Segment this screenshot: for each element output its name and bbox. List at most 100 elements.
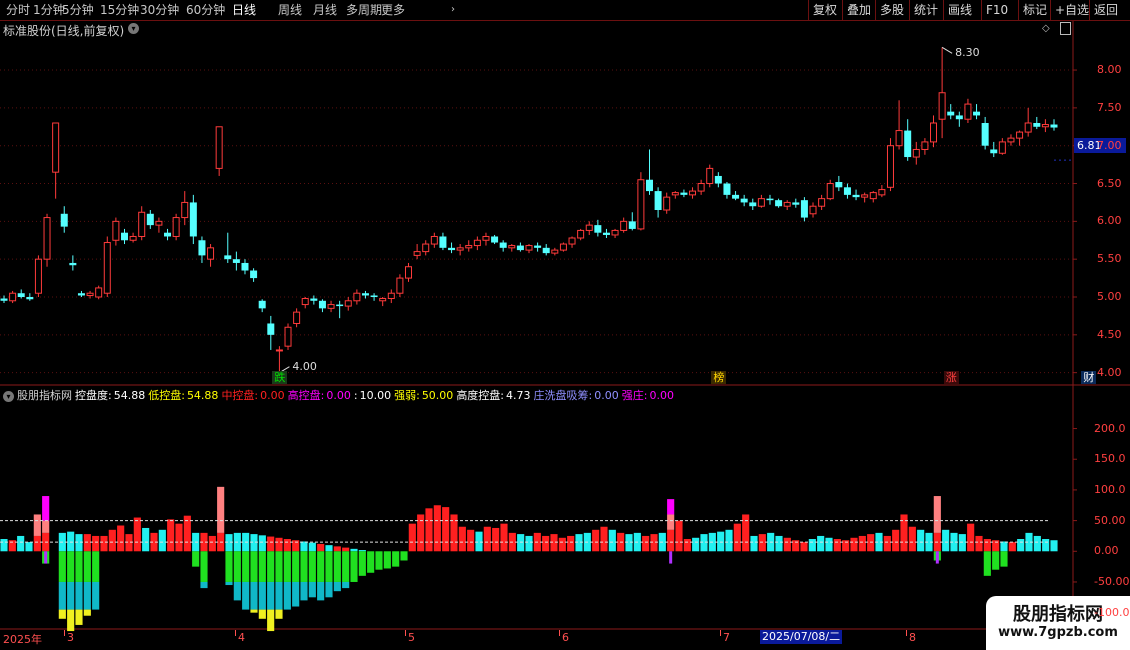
candle-body: [878, 189, 886, 196]
indicator-tick-label: -50.00: [1094, 574, 1130, 588]
diamond-icon[interactable]: ◇: [1042, 23, 1050, 34]
indicator-bar: [675, 520, 683, 552]
main-chart-title: 标准股份(日线,前复权): [3, 24, 125, 38]
candle-body: [207, 247, 215, 260]
toolbar-tab-6[interactable]: 日线: [232, 2, 256, 18]
indicator-bar: [75, 534, 83, 552]
candle-body: [491, 236, 499, 243]
indicator-readout-label: 高度控盘:: [456, 389, 505, 402]
candle-body: [706, 167, 714, 185]
toolbar-tab-9[interactable]: 多周期: [346, 2, 382, 18]
toolbar-tab-7[interactable]: 周线: [278, 2, 302, 18]
indicator-bar: [592, 529, 600, 552]
candle-body: [895, 130, 903, 147]
indicator-bar: [975, 535, 983, 552]
candle-body: [95, 287, 103, 298]
candle-body: [267, 323, 275, 335]
indicator-readout-label: 中控盘:: [221, 389, 259, 402]
toolbar-action-8[interactable]: 返回: [1094, 2, 1118, 18]
indicator-bar-negative: [300, 581, 308, 601]
toolbar-tab-3[interactable]: 15分钟: [100, 2, 139, 18]
price-tick-label: 8.00: [1097, 63, 1122, 77]
indicator-bar: [83, 534, 91, 552]
indicator-bar: [692, 537, 700, 552]
candle-body: [766, 198, 774, 201]
indicator-bar-negative: [992, 551, 1000, 570]
indicator-readout-value: 0.00: [594, 389, 619, 402]
candle-body: [275, 349, 283, 352]
event-marker[interactable]: 财: [1081, 371, 1097, 384]
indicator-readout-value: 0.00: [326, 389, 351, 402]
indicator-bar: [642, 535, 650, 552]
toolbar-tab-1[interactable]: 1分钟: [33, 2, 65, 18]
candle-body: [921, 141, 929, 150]
indicator-bar-negative: [250, 551, 258, 582]
chevron-down-icon[interactable]: ▾: [3, 390, 14, 402]
candle-body: [973, 111, 981, 116]
candle-body: [138, 211, 146, 237]
indicator-readout: 低控盘: 54.88: [148, 389, 218, 402]
toolbar-action-3[interactable]: 统计: [914, 2, 938, 18]
toolbar-tab-8[interactable]: 月线: [313, 2, 337, 18]
candle-body: [602, 232, 610, 235]
indicator-bar: [917, 529, 925, 552]
toolbar-action-6[interactable]: 标记: [1023, 2, 1047, 18]
candle-body: [120, 232, 128, 241]
toolbar-action-7[interactable]: +自选: [1055, 2, 1089, 18]
candle-body: [155, 220, 163, 226]
chevron-down-icon[interactable]: ▾: [128, 23, 139, 34]
indicator-bar: [25, 542, 33, 552]
event-marker[interactable]: 榜: [711, 371, 727, 384]
indicator-bar-negative: [233, 551, 241, 582]
event-marker[interactable]: 涨: [943, 371, 959, 384]
indicator-readout-label: 控盘度:: [75, 389, 112, 402]
panel-toggle-icon[interactable]: [1060, 22, 1071, 35]
price-tick-label: 6.00: [1097, 214, 1122, 228]
indicator-readout: 中控盘: 0.00: [221, 389, 284, 402]
indicator-bar: [667, 529, 675, 552]
candle-body: [232, 259, 240, 263]
event-marker[interactable]: 跌: [272, 371, 288, 384]
candle-body: [258, 300, 266, 309]
toolbar-action-5[interactable]: F10: [986, 2, 1008, 18]
chevron-right-icon[interactable]: ›: [451, 2, 455, 18]
indicator-bar-negative: [375, 551, 383, 570]
candle-body: [568, 237, 576, 245]
toolbar-action-4[interactable]: 画线: [948, 2, 972, 18]
indicator-bar: [458, 526, 466, 552]
candle-body: [577, 229, 585, 239]
indicator-bar: [125, 534, 133, 552]
candle-body: [955, 115, 963, 120]
candle-body: [869, 192, 877, 200]
toolbar-action-2[interactable]: 多股: [880, 2, 904, 18]
price-tick-label: 6.50: [1097, 176, 1122, 190]
toolbar-tab-10[interactable]: 更多: [381, 2, 405, 18]
indicator-bar-marker: [669, 551, 673, 564]
toolbar-tab-2[interactable]: 5分钟: [62, 2, 94, 18]
indicator-bar: [417, 514, 425, 552]
candle-body: [852, 194, 860, 198]
toolbar-tab-4[interactable]: 30分钟: [140, 2, 179, 18]
indicator-bar-high: [42, 520, 50, 533]
indicator-bar: [683, 539, 691, 552]
price-tick-label: 7.50: [1097, 100, 1122, 114]
indicator-bar-negative: [83, 609, 91, 616]
indicator-bar-negative: [325, 551, 333, 582]
toolbar-tab-5[interactable]: 60分钟: [186, 2, 225, 18]
candle-body: [628, 221, 636, 229]
indicator-bar-negative: [92, 581, 100, 610]
toolbar-action-1[interactable]: 叠加: [847, 2, 871, 18]
toolbar-tab-0[interactable]: 分时: [6, 2, 30, 18]
indicator-bar-negative: [283, 581, 291, 610]
chart-canvas[interactable]: [0, 0, 1130, 650]
candle-body: [542, 247, 550, 254]
toolbar-action-0[interactable]: 复权: [813, 2, 837, 18]
indicator-bar-negative: [275, 581, 283, 610]
indicator-readout: 庄洗盘吸筹: 0.00: [534, 389, 619, 402]
candle-body: [912, 148, 920, 158]
date-tick: [405, 630, 406, 636]
indicator-readout-label: 高控盘:: [287, 389, 325, 402]
candle-body: [947, 111, 955, 116]
candle-body: [26, 297, 34, 300]
indicator-bar-negative: [233, 581, 241, 601]
